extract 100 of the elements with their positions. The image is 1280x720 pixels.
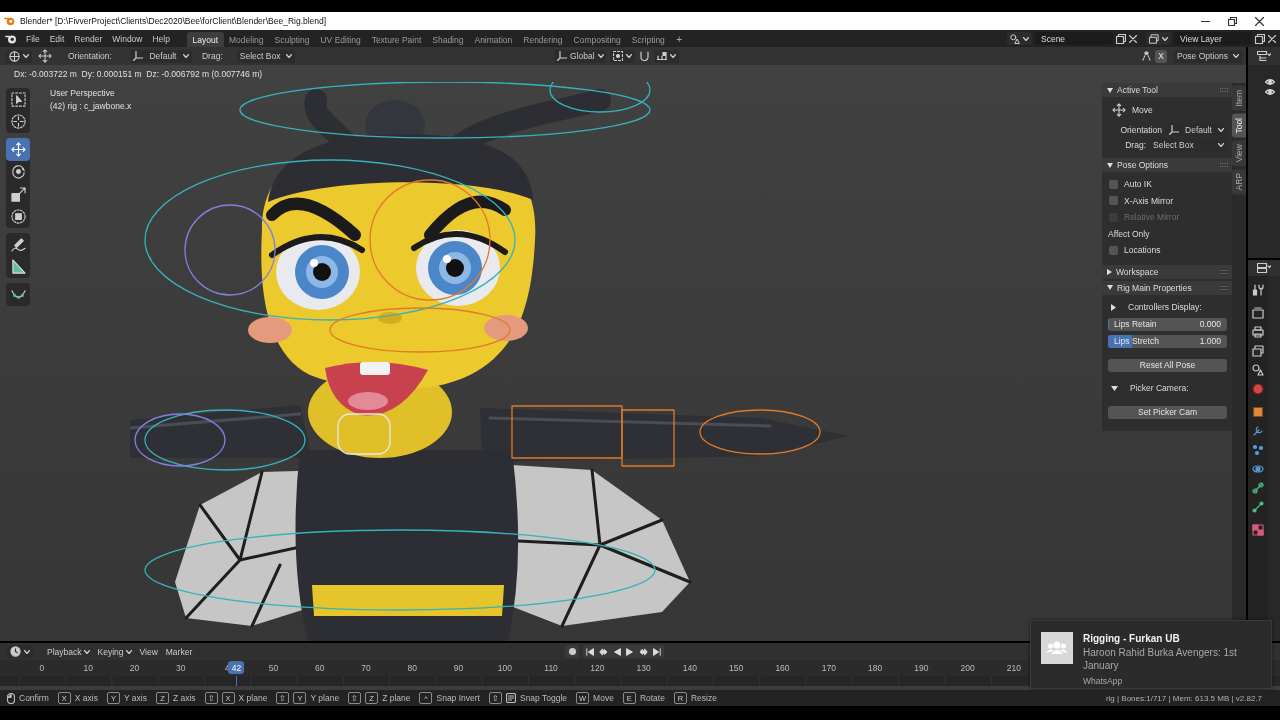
view-layer-browse-button[interactable] — [1146, 32, 1171, 45]
playback-button[interactable] — [650, 645, 664, 658]
copy-icon[interactable] — [1255, 33, 1265, 44]
sidebar-tab[interactable]: Item — [1232, 86, 1246, 111]
dropdown[interactable]: Select Box — [1150, 138, 1227, 151]
copy-icon[interactable] — [1116, 33, 1126, 44]
frame-number: 160 — [775, 663, 790, 673]
wrench-icon[interactable] — [1252, 425, 1264, 437]
checker-icon[interactable] — [1252, 524, 1264, 536]
square-icon[interactable] — [1252, 406, 1264, 418]
orbit-icon[interactable] — [1252, 463, 1264, 475]
shapes-icon[interactable] — [1252, 364, 1264, 376]
workspace-tab[interactable]: Shading — [426, 32, 469, 47]
frame-number: 120 — [590, 663, 605, 673]
move-icon — [10, 141, 26, 157]
chain-icon[interactable] — [1252, 482, 1264, 494]
timeline-menu[interactable]: View — [135, 646, 162, 657]
editor-type-button[interactable] — [7, 645, 33, 658]
checkbox[interactable] — [1109, 196, 1118, 206]
pivot-dropdown[interactable] — [610, 49, 635, 63]
workspace-tab[interactable]: Texture Paint — [366, 32, 427, 47]
app-logo-icon — [5, 33, 17, 44]
compass-icon[interactable] — [1141, 50, 1153, 62]
sphere-icon[interactable] — [1252, 383, 1264, 395]
slider-track[interactable]: Lips Retain 0.000 — [1108, 317, 1227, 331]
pose-options-dropdown[interactable]: Pose Options — [1173, 49, 1242, 63]
checkbox[interactable] — [1109, 179, 1118, 189]
panel-button[interactable]: Set Picker Cam — [1108, 405, 1227, 419]
pivot-icon — [613, 51, 623, 61]
tools-icon[interactable] — [1252, 284, 1264, 296]
grip-icon[interactable] — [1220, 163, 1228, 167]
magnet-icon[interactable] — [639, 50, 650, 62]
editor-type-button[interactable] — [6, 49, 32, 63]
caret-icon — [597, 54, 604, 58]
playback-button[interactable] — [583, 645, 597, 658]
select-box-icon — [10, 91, 26, 107]
add-workspace-button[interactable]: + — [670, 32, 689, 47]
panel-header[interactable]: Pose Options — [1102, 158, 1232, 172]
bone-icon[interactable] — [1252, 501, 1264, 513]
dropdown[interactable]: Default — [1166, 123, 1227, 136]
scene-browse-button[interactable] — [1007, 32, 1032, 45]
workspace-tab[interactable]: Layout — [186, 32, 224, 47]
eye-icon[interactable] — [1265, 89, 1275, 95]
slider-track[interactable]: Lips Stretch 1.000 — [1108, 334, 1227, 348]
minimize-icon[interactable] — [1201, 20, 1210, 22]
transform-orientation-dropdown[interactable]: Global — [554, 49, 606, 63]
panel-header[interactable]: Workspace — [1102, 264, 1232, 279]
sidebar-tab[interactable]: View — [1232, 140, 1246, 167]
workspace-tab[interactable]: Modeling — [223, 32, 269, 47]
orientation-dropdown[interactable]: Default — [129, 49, 192, 63]
close-icon[interactable] — [1255, 16, 1264, 26]
panel-header[interactable]: Rig Main Properties — [1102, 280, 1232, 295]
image-stack-icon[interactable] — [1252, 345, 1264, 357]
workspace-tab[interactable]: Scripting — [626, 32, 671, 47]
subpanel-title[interactable]: Controllers Display: — [1128, 302, 1202, 312]
mirror-x-toggle[interactable]: X — [1155, 49, 1167, 63]
particles-icon[interactable] — [1252, 444, 1264, 456]
transform-info: Dx: -0.003722 m Dy: 0.000151 m Dz: -0.006792 m (0.007746 m) — [13, 68, 263, 81]
menu-item[interactable]: Edit — [44, 33, 70, 44]
triangle-right-icon[interactable] — [1111, 303, 1116, 311]
tool-button[interactable] — [6, 138, 30, 161]
timeline-menu[interactable]: Playback — [43, 646, 94, 657]
checkbox[interactable] — [1109, 245, 1118, 255]
grip-icon[interactable] — [1220, 269, 1228, 274]
list-icon[interactable] — [1257, 263, 1271, 273]
triangle-down-icon[interactable] — [1111, 385, 1118, 391]
menu-item[interactable]: Help — [147, 33, 175, 44]
panel-title: Rig Main Properties — [1117, 282, 1192, 293]
panel-header[interactable]: Active Tool — [1102, 83, 1232, 97]
subpanel-title[interactable]: Picker Camera: — [1130, 383, 1189, 393]
maximize-icon[interactable] — [1228, 16, 1237, 26]
workspace-tab[interactable]: Rendering — [517, 32, 568, 47]
record-button[interactable] — [565, 645, 579, 658]
printer-icon[interactable] — [1252, 326, 1264, 338]
camera-icon[interactable] — [1252, 307, 1264, 319]
workspace-tab[interactable]: Sculpting — [269, 32, 315, 47]
grip-icon[interactable] — [1220, 88, 1228, 92]
pencil-icon — [10, 236, 26, 252]
grip-icon[interactable] — [1220, 285, 1228, 290]
snap-target-dropdown[interactable] — [654, 49, 679, 63]
workspace-tab[interactable]: UV Editing — [314, 32, 367, 47]
drag-dropdown[interactable]: Select Box — [236, 49, 295, 63]
menu-item[interactable]: File — [21, 33, 45, 44]
eye-icon[interactable] — [1265, 79, 1275, 85]
menu-item[interactable]: Render — [69, 33, 108, 44]
frame-number: 180 — [867, 663, 883, 673]
list-icon[interactable] — [1257, 51, 1271, 61]
timeline-menu[interactable]: Keying — [93, 646, 136, 657]
scene-field[interactable]: Scene — [1035, 32, 1113, 45]
panel-button[interactable]: Reset All Pose — [1108, 358, 1227, 372]
notification-card[interactable]: Rigging - Furkan UB Haroon Rahid Burka Avengers: 1st January WhatsApp — [1030, 620, 1272, 689]
timeline-menu[interactable]: Marker — [161, 646, 197, 657]
workspace-tab[interactable]: Animation — [468, 32, 518, 47]
view-layer-field[interactable]: View Layer — [1174, 32, 1252, 45]
menu-item[interactable]: Window — [107, 33, 148, 44]
workspace-tab[interactable]: Compositing — [568, 32, 627, 47]
move-icon[interactable] — [38, 49, 52, 63]
sidebar-tab[interactable]: ARP — [1232, 169, 1246, 195]
current-frame-badge[interactable]: 42 — [228, 661, 245, 674]
sidebar-tab[interactable]: Tool — [1232, 113, 1246, 138]
